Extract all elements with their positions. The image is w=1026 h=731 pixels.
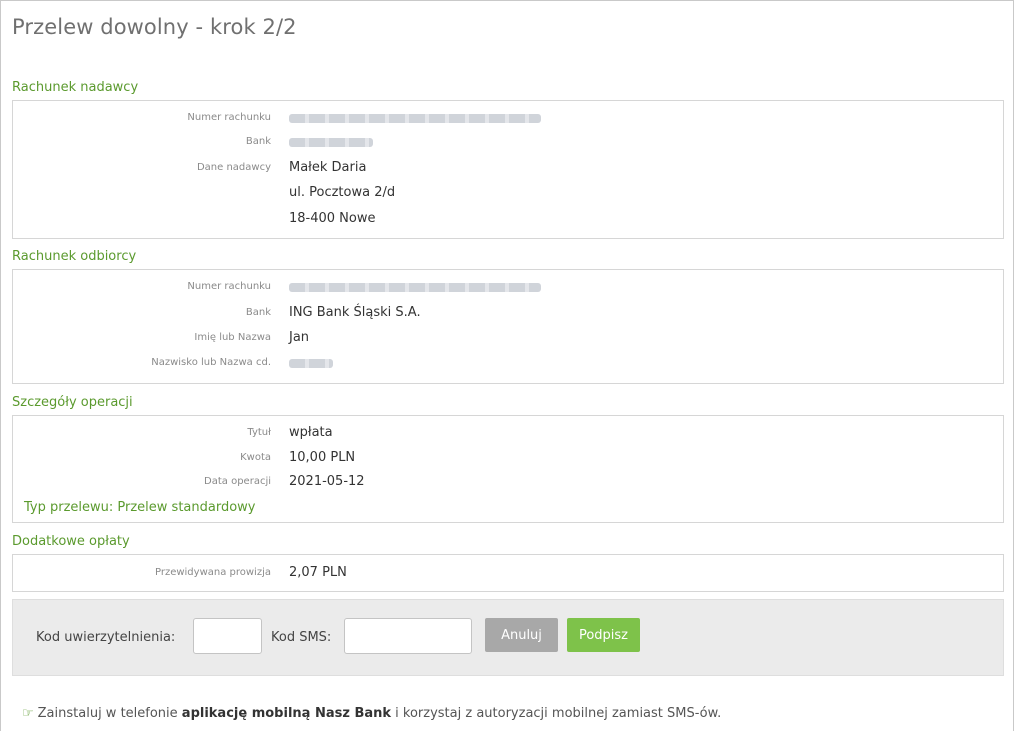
recipient-last-name-redacted — [289, 359, 333, 368]
recipient-last-name-row: Nazwisko lub Nazwa cd. — [13, 355, 1003, 373]
recipient-section-title: Rachunek odbiorcy — [12, 249, 137, 264]
recipient-last-name-label: Nazwisko lub Nazwa cd. — [151, 357, 271, 368]
sender-bank-row: Bank — [13, 134, 1003, 152]
page-title: Przelew dowolny - krok 2/2 — [12, 15, 297, 39]
fees-commission-label: Przewidywana prowizja — [154, 567, 271, 578]
recipient-first-name-row: Imię lub Nazwa Jan — [13, 330, 1003, 348]
details-amount: 10,00 PLN — [289, 450, 356, 465]
sender-city: 18-400 Nowe — [289, 211, 376, 226]
sender-section-title: Rachunek nadawcy — [12, 80, 139, 95]
recipient-account-label: Numer rachunku — [187, 281, 271, 292]
sender-account-row: Numer rachunku — [13, 110, 1003, 128]
fees-box: Przewidywana prowizja 2,07 PLN — [12, 554, 1004, 592]
sms-code-input[interactable] — [344, 618, 472, 654]
promo-app-link[interactable]: aplikację mobilną Nasz Bank — [182, 706, 391, 721]
promo-text-after: i korzystaj z autoryzacji mobilnej zamia… — [391, 706, 722, 721]
details-amount-row: Kwota 10,00 PLN — [13, 450, 1003, 468]
details-date-row: Data operacji 2021-05-12 — [13, 474, 1003, 492]
recipient-account-row: Numer rachunku — [13, 279, 1003, 297]
sender-city-row: 18-400 Nowe — [13, 211, 1003, 229]
sms-code-label: Kod SMS: — [271, 630, 332, 645]
recipient-bank-label: Bank — [245, 307, 271, 318]
mobile-app-promo: ☞ Zainstaluj w telefonie aplikację mobiln… — [22, 706, 721, 721]
promo-text-before: Zainstaluj w telefonie — [37, 706, 182, 721]
transfer-confirmation-panel: Przelew dowolny - krok 2/2 Rachunek nada… — [0, 0, 1014, 731]
auth-code-input[interactable] — [193, 618, 262, 654]
sender-account-label: Numer rachunku — [187, 112, 271, 123]
fees-commission: 2,07 PLN — [289, 565, 347, 580]
fees-commission-row: Przewidywana prowizja 2,07 PLN — [13, 565, 1003, 583]
details-box: Tytuł wpłata Kwota 10,00 PLN Data operac… — [12, 415, 1004, 523]
details-date-label: Data operacji — [204, 476, 271, 487]
details-date: 2021-05-12 — [289, 474, 365, 489]
sender-account-redacted — [289, 114, 541, 123]
details-title: wpłata — [289, 425, 333, 440]
recipient-account-redacted — [289, 283, 541, 292]
sender-bank-label: Bank — [245, 136, 271, 147]
recipient-box: Numer rachunku Bank ING Bank Śląski S.A.… — [12, 269, 1004, 384]
cancel-button[interactable]: Anuluj — [485, 618, 558, 652]
details-amount-label: Kwota — [240, 452, 271, 463]
transfer-type: Typ przelewu: Przelew standardowy — [24, 500, 256, 515]
sign-button[interactable]: Podpisz — [567, 618, 640, 652]
sender-name: Małek Daria — [289, 160, 367, 175]
details-section-title: Szczegóły operacji — [12, 395, 133, 410]
authorization-bar: Kod uwierzytelnienia: Kod SMS: Anuluj Po… — [12, 599, 1004, 676]
hand-pointing-icon: ☞ — [22, 706, 34, 721]
sender-bank-redacted — [289, 138, 373, 147]
recipient-bank-row: Bank ING Bank Śląski S.A. — [13, 305, 1003, 323]
sender-street: ul. Pocztowa 2/d — [289, 185, 396, 200]
recipient-first-name-label: Imię lub Nazwa — [194, 332, 271, 343]
recipient-first-name: Jan — [289, 330, 310, 345]
details-title-label: Tytuł — [247, 427, 271, 438]
sender-data-label: Dane nadawcy — [196, 162, 271, 173]
fees-section-title: Dodatkowe opłaty — [12, 534, 130, 549]
recipient-bank: ING Bank Śląski S.A. — [289, 305, 421, 320]
sender-street-row: ul. Pocztowa 2/d — [13, 185, 1003, 203]
auth-code-label: Kod uwierzytelnienia: — [36, 630, 176, 645]
sender-data-row: Dane nadawcy Małek Daria — [13, 160, 1003, 178]
sender-box: Numer rachunku Bank Dane nadawcy Małek D… — [12, 100, 1004, 239]
details-title-row: Tytuł wpłata — [13, 425, 1003, 443]
